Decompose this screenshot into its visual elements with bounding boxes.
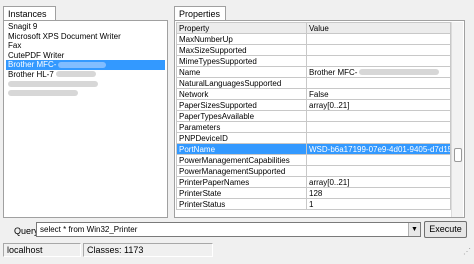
list-item[interactable]: Brother HL-7 xyxy=(6,70,165,80)
property-value-cell[interactable] xyxy=(306,132,451,144)
tab-instances[interactable]: Instances xyxy=(3,6,56,21)
property-name-cell[interactable]: PrinterPaperNames xyxy=(176,176,307,188)
property-value-text: 128 xyxy=(309,188,323,198)
query-text: select * from Win32_Printer xyxy=(40,225,138,234)
redacted-text xyxy=(8,90,78,97)
query-input[interactable]: select * from Win32_Printer ▼ xyxy=(36,222,421,237)
property-value-cell[interactable]: 1 xyxy=(306,198,451,210)
list-item-label: Brother MFC- xyxy=(8,60,57,69)
property-value-cell[interactable]: WSD-b6a17199-07e9-4d01-9405-d7d15223b2 xyxy=(306,143,451,155)
query-label: Query xyxy=(14,226,39,236)
property-name-cell[interactable]: PowerManagementSupported xyxy=(176,165,307,177)
list-item[interactable] xyxy=(6,89,165,99)
property-value-text: 1 xyxy=(309,199,314,209)
grid-row[interactable]: PrinterStatus 1 xyxy=(176,198,451,210)
property-value-cell[interactable]: False xyxy=(306,88,451,100)
properties-grid[interactable]: Property Value MaxNumberUp MaxSizeSupport… xyxy=(176,22,451,210)
grid-header-row: Property Value xyxy=(176,22,451,34)
list-item[interactable]: Brother MFC- xyxy=(6,60,165,70)
chevron-down-icon[interactable]: ▼ xyxy=(408,223,420,236)
grid-row[interactable]: PaperSizesSupported array[0..21] xyxy=(176,99,451,111)
redacted-text xyxy=(58,61,107,68)
redacted-text xyxy=(55,71,96,78)
list-item-label: Fax xyxy=(8,41,22,50)
property-name-cell[interactable]: PortName xyxy=(176,143,307,155)
property-name-cell[interactable]: MimeTypesSupported xyxy=(176,55,307,67)
property-value-cell[interactable]: array[0..21] xyxy=(306,176,451,188)
panel-splitter[interactable] xyxy=(169,20,173,218)
list-item[interactable]: Microsoft XPS Document Writer xyxy=(6,32,165,42)
list-item-label: Snagit 9 xyxy=(8,22,38,31)
property-name-cell[interactable]: Parameters xyxy=(176,121,307,133)
property-value-cell[interactable] xyxy=(306,154,451,166)
grid-row[interactable]: Name Brother MFC- xyxy=(176,66,451,78)
instances-list[interactable]: Snagit 9 Microsoft XPS Document Writer Fax… xyxy=(6,22,165,98)
grid-row[interactable]: PNPDeviceID xyxy=(176,132,451,144)
property-name-cell[interactable]: PrinterStatus xyxy=(176,198,307,210)
list-item[interactable]: Snagit 9 xyxy=(6,22,165,32)
column-header-value[interactable]: Value xyxy=(306,22,451,34)
property-name-cell[interactable]: Name xyxy=(176,66,307,78)
property-name-cell[interactable]: PaperSizesSupported xyxy=(176,99,307,111)
list-item[interactable]: Fax xyxy=(6,41,165,51)
property-value-cell[interactable]: array[0..21] xyxy=(306,99,451,111)
property-name-cell[interactable]: PaperTypesAvailable xyxy=(176,110,307,122)
grid-row[interactable]: PowerManagementSupported xyxy=(176,165,451,177)
property-value-cell[interactable] xyxy=(306,77,451,89)
property-value-cell[interactable] xyxy=(306,165,451,177)
scrollbar-thumb[interactable] xyxy=(454,148,462,162)
property-value-cell[interactable] xyxy=(306,44,451,56)
property-value-text: WSD-b6a17199-07e9-4d01-9405-d7d15223b2 xyxy=(309,144,451,154)
list-item-label: Brother HL-7 xyxy=(8,69,54,79)
property-value-cell[interactable] xyxy=(306,110,451,122)
property-value-cell[interactable] xyxy=(306,121,451,133)
column-header-property[interactable]: Property xyxy=(176,22,307,34)
property-value-text: False xyxy=(309,89,329,99)
grid-row[interactable]: MaxSizeSupported xyxy=(176,44,451,56)
redacted-text xyxy=(8,80,98,87)
property-name-cell[interactable]: PNPDeviceID xyxy=(176,132,307,144)
list-item-label: Microsoft XPS Document Writer xyxy=(8,31,121,41)
list-item[interactable] xyxy=(6,79,165,89)
grid-row[interactable]: PrinterState 128 xyxy=(176,187,451,199)
status-host: localhost xyxy=(3,243,81,257)
property-value-text: array[0..21] xyxy=(309,177,350,187)
property-value-text: Brother MFC- xyxy=(309,67,358,77)
grid-row[interactable]: MaxNumberUp xyxy=(176,33,451,45)
grid-row[interactable]: PortName WSD-b6a17199-07e9-4d01-9405-d7d1… xyxy=(176,143,451,155)
property-value-cell[interactable]: Brother MFC- xyxy=(306,66,451,78)
list-item-label: CutePDF Writer xyxy=(8,50,65,60)
property-value-cell[interactable]: 128 xyxy=(306,187,451,199)
status-classes: Classes: 1173 xyxy=(83,243,213,257)
property-name-cell[interactable]: PowerManagementCapabilities xyxy=(176,154,307,166)
properties-scrollbar[interactable] xyxy=(451,22,463,217)
redacted-text xyxy=(359,69,440,76)
list-item[interactable]: CutePDF Writer xyxy=(6,51,165,61)
grid-row[interactable]: NaturalLanguagesSupported xyxy=(176,77,451,89)
property-name-cell[interactable]: MaxSizeSupported xyxy=(176,44,307,56)
property-name-cell[interactable]: NaturalLanguagesSupported xyxy=(176,77,307,89)
property-value-cell[interactable] xyxy=(306,33,451,45)
property-name-cell[interactable]: PrinterState xyxy=(176,187,307,199)
execute-button[interactable]: Execute xyxy=(424,221,467,238)
grid-row[interactable]: PowerManagementCapabilities xyxy=(176,154,451,166)
grid-row[interactable]: PrinterPaperNames array[0..21] xyxy=(176,176,451,188)
tab-properties[interactable]: Properties xyxy=(174,6,226,21)
property-name-cell[interactable]: MaxNumberUp xyxy=(176,33,307,45)
grid-row[interactable]: Network False xyxy=(176,88,451,100)
grid-row[interactable]: MimeTypesSupported xyxy=(176,55,451,67)
resize-grip-icon[interactable]: ⋰ xyxy=(461,247,471,257)
status-bar: localhost Classes: 1173 ⋰ xyxy=(3,243,471,257)
property-name-cell[interactable]: Network xyxy=(176,88,307,100)
property-value-cell[interactable] xyxy=(306,55,451,67)
grid-row[interactable]: Parameters xyxy=(176,121,451,133)
grid-row[interactable]: PaperTypesAvailable xyxy=(176,110,451,122)
property-value-text: array[0..21] xyxy=(309,100,350,110)
